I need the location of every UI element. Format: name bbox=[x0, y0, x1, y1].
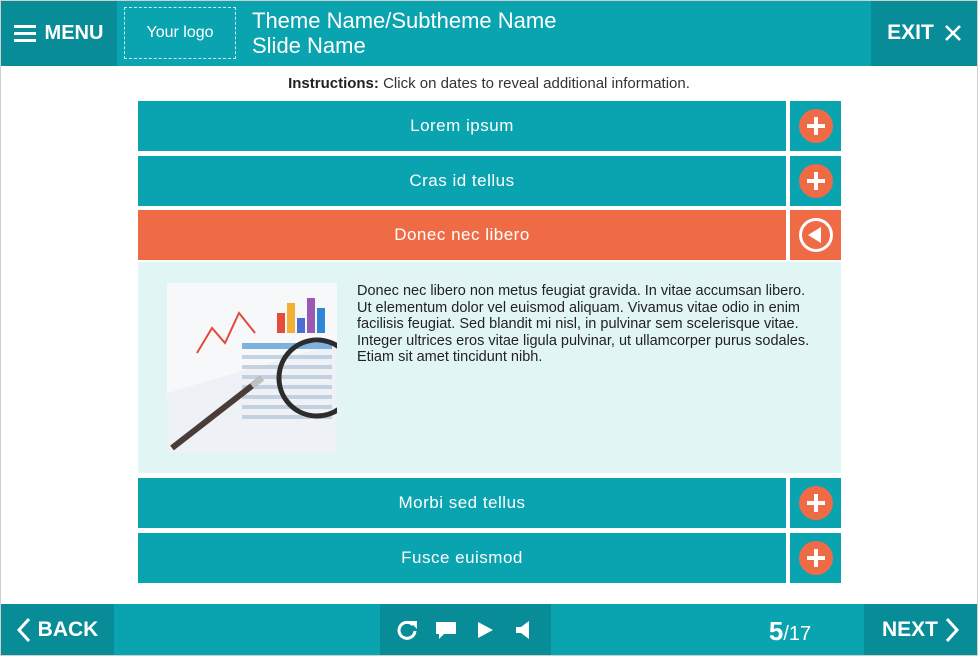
expand-button[interactable] bbox=[790, 478, 841, 528]
instructions: Instructions: Click on dates to reveal a… bbox=[0, 75, 978, 92]
expand-button[interactable] bbox=[790, 533, 841, 583]
accordion-item: Lorem ipsum bbox=[138, 101, 841, 151]
collapse-arrow-icon bbox=[798, 218, 833, 252]
title-block: Theme Name/Subtheme Name Slide Name bbox=[252, 8, 556, 58]
logo-text: Your logo bbox=[146, 24, 214, 41]
plus-icon bbox=[798, 164, 833, 198]
replay-button[interactable] bbox=[393, 616, 421, 644]
back-button[interactable]: BACK bbox=[0, 604, 114, 656]
expand-button[interactable] bbox=[790, 156, 841, 206]
volume-button[interactable] bbox=[510, 616, 538, 644]
instructions-text: Click on dates to reveal additional info… bbox=[378, 75, 690, 92]
accordion-item-active: Donec nec libero bbox=[138, 210, 841, 260]
chevron-left-icon bbox=[16, 617, 30, 643]
expand-button[interactable] bbox=[790, 101, 841, 151]
comment-icon bbox=[436, 622, 457, 639]
page-counter: 5/17 bbox=[740, 616, 840, 647]
accordion-label: Fusce euismod bbox=[401, 548, 523, 567]
accordion-item: Morbi sed tellus bbox=[138, 478, 841, 528]
exit-button[interactable]: EXIT bbox=[871, 0, 978, 66]
accordion-panel: Donec nec libero non metus feugiat gravi… bbox=[138, 262, 841, 473]
accordion-header[interactable]: Morbi sed tellus bbox=[138, 478, 786, 528]
play-button[interactable] bbox=[471, 616, 499, 644]
menu-button[interactable]: MENU bbox=[0, 0, 117, 66]
panel-description: Donec nec libero non metus feugiat gravi… bbox=[357, 283, 810, 365]
accordion-item: Cras id tellus bbox=[138, 156, 841, 206]
close-icon bbox=[944, 25, 961, 41]
footer-bar: BACK 5/17 NEXT bbox=[0, 604, 978, 656]
accordion-header[interactable]: Fusce euismod bbox=[138, 533, 786, 583]
collapse-button[interactable] bbox=[790, 210, 841, 260]
volume-icon bbox=[515, 621, 529, 639]
back-label: BACK bbox=[37, 618, 99, 641]
total-pages: /17 bbox=[783, 623, 812, 645]
comment-button[interactable] bbox=[432, 616, 460, 644]
accordion-label: Lorem ipsum bbox=[410, 116, 514, 135]
accordion-item: Fusce euismod bbox=[138, 533, 841, 583]
current-page: 5 bbox=[768, 616, 784, 646]
chevron-right-icon bbox=[945, 617, 960, 643]
accordion-header[interactable]: Cras id tellus bbox=[138, 156, 786, 206]
next-button[interactable]: NEXT bbox=[864, 604, 978, 656]
financial-chart-image bbox=[167, 283, 337, 453]
play-icon bbox=[477, 622, 493, 638]
hamburger-icon bbox=[13, 24, 36, 42]
logo-placeholder: Your logo bbox=[124, 7, 236, 59]
next-label: NEXT bbox=[881, 618, 938, 641]
plus-icon bbox=[798, 486, 833, 520]
accordion-header[interactable]: Lorem ipsum bbox=[138, 101, 786, 151]
plus-icon bbox=[798, 541, 833, 575]
exit-label: EXIT bbox=[887, 21, 934, 44]
accordion-label: Morbi sed tellus bbox=[398, 493, 526, 512]
header-bar: MENU Your logo Theme Name/Subtheme Name … bbox=[0, 0, 978, 66]
replay-icon bbox=[397, 620, 418, 640]
theme-title: Theme Name/Subtheme Name bbox=[252, 8, 557, 33]
accordion-label: Donec nec libero bbox=[394, 225, 530, 244]
media-controls bbox=[380, 604, 551, 656]
accordion-label: Cras id tellus bbox=[409, 171, 515, 190]
slide-title: Slide Name bbox=[252, 33, 366, 58]
accordion-header[interactable]: Donec nec libero bbox=[138, 210, 786, 260]
plus-icon bbox=[798, 109, 833, 143]
menu-label: MENU bbox=[44, 21, 104, 44]
instructions-label: Instructions: bbox=[288, 75, 379, 92]
